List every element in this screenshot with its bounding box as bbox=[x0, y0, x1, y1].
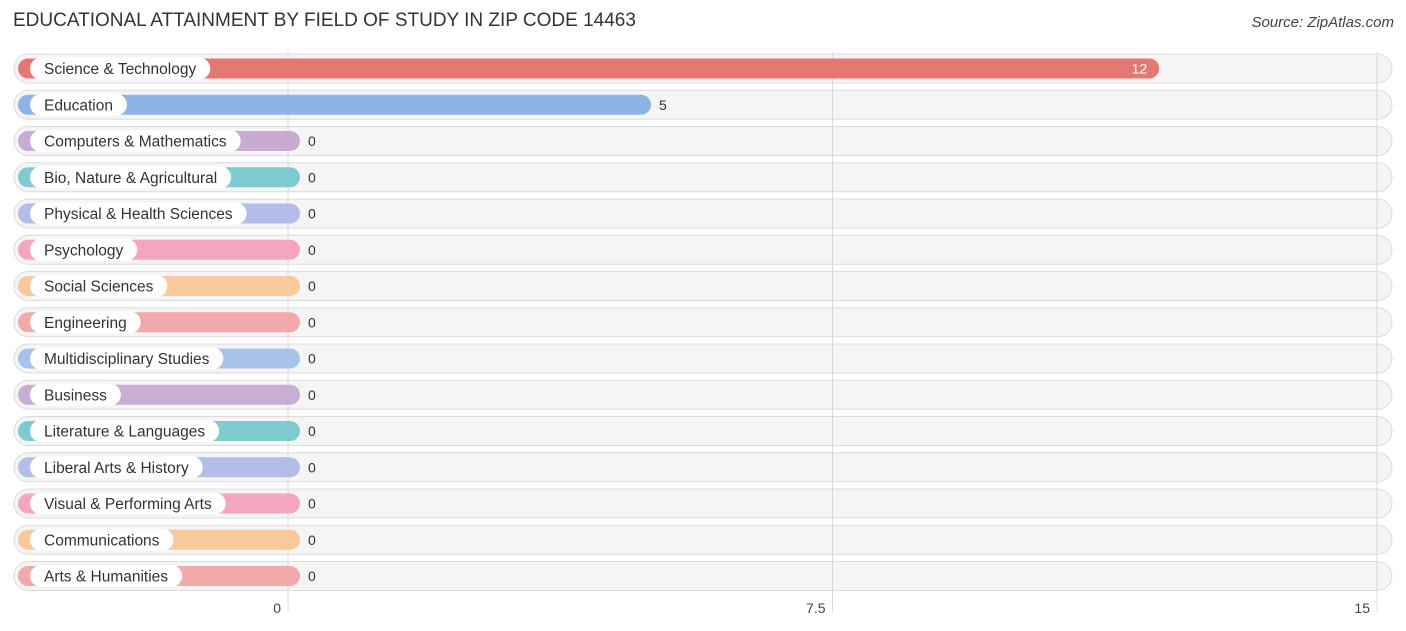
category-label: Bio, Nature & Agricultural bbox=[44, 170, 217, 187]
x-tick-label: 0 bbox=[273, 600, 281, 616]
value-label: 0 bbox=[308, 242, 316, 258]
value-label: 0 bbox=[308, 423, 316, 439]
value-label: 0 bbox=[308, 496, 316, 512]
category-label: Visual & Performing Arts bbox=[44, 496, 212, 513]
category-label: Liberal Arts & History bbox=[44, 460, 189, 477]
category-label: Communications bbox=[44, 532, 160, 549]
value-label: 0 bbox=[308, 568, 316, 584]
category-label: Psychology bbox=[44, 242, 124, 259]
value-label: 0 bbox=[308, 314, 316, 330]
value-label: 12 bbox=[1132, 61, 1148, 77]
category-label: Engineering bbox=[44, 315, 127, 332]
value-label: 0 bbox=[308, 532, 316, 548]
value-label: 0 bbox=[308, 206, 316, 222]
category-label: Arts & Humanities bbox=[44, 569, 168, 586]
category-label: Multidisciplinary Studies bbox=[44, 351, 210, 368]
category-label: Physical & Health Sciences bbox=[44, 206, 233, 223]
x-tick-label: 7.5 bbox=[806, 600, 826, 616]
category-label: Business bbox=[44, 387, 107, 404]
category-label: Literature & Languages bbox=[44, 424, 205, 441]
value-label: 0 bbox=[308, 459, 316, 475]
category-label: Science & Technology bbox=[44, 61, 196, 78]
category-label: Social Sciences bbox=[44, 279, 154, 296]
value-label: 0 bbox=[308, 387, 316, 403]
category-label: Computers & Mathematics bbox=[44, 134, 227, 151]
category-label: Education bbox=[44, 97, 113, 114]
value-label: 0 bbox=[308, 351, 316, 367]
bar-chart: Science & Technology 12 Education 5 Computer… bbox=[13, 52, 1393, 616]
value-label: 0 bbox=[308, 278, 316, 294]
value-label: 5 bbox=[659, 97, 667, 113]
value-label: 0 bbox=[308, 133, 316, 149]
x-tick-label: 15 bbox=[1354, 600, 1370, 616]
value-label: 0 bbox=[308, 169, 316, 185]
